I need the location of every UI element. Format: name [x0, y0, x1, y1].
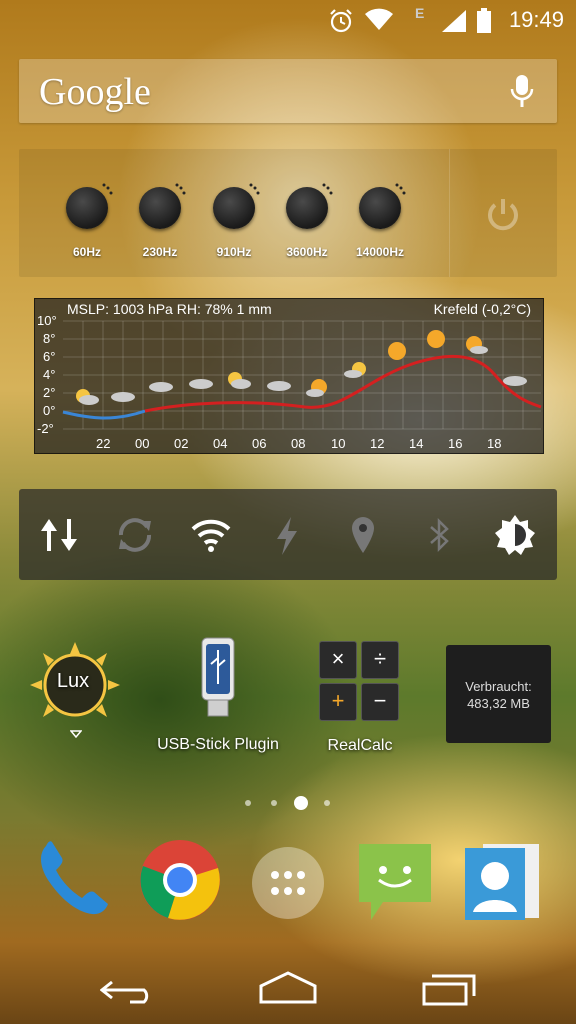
app-drawer-icon[interactable]	[250, 845, 326, 921]
y-tick: 10°	[37, 313, 57, 328]
x-tick: 00	[135, 436, 149, 451]
usb-stick-plugin-app[interactable]: USB-Stick Plugin	[150, 636, 286, 760]
eq-knob[interactable]	[139, 183, 186, 229]
x-tick: 18	[487, 436, 501, 451]
back-icon[interactable]	[100, 976, 156, 1004]
clock: 19:49	[508, 7, 564, 32]
x-tick: 14	[409, 436, 423, 451]
weather-y-axis: 10° 8° 6° 4° 2° 0° -2°	[37, 313, 57, 436]
y-tick: 8°	[43, 331, 55, 346]
y-tick: 6°	[43, 349, 55, 364]
eq-band-14000hz[interactable]: 14000Hz	[340, 180, 420, 259]
x-tick: 12	[370, 436, 384, 451]
wifi-icon	[365, 8, 393, 30]
calc-key-multiply: ×	[319, 641, 357, 679]
navigation-bar	[0, 950, 576, 1024]
app-label: USB-Stick Plugin	[157, 736, 279, 753]
lux-widget[interactable]: Lux	[30, 642, 120, 742]
power-icon[interactable]	[484, 196, 522, 234]
x-tick: 22	[96, 436, 110, 451]
eq-band-3600hz[interactable]: 3600Hz	[267, 180, 347, 259]
lux-label: Lux	[56, 670, 90, 692]
usb-stick-icon	[201, 637, 235, 717]
x-tick: 06	[252, 436, 266, 451]
dropdown-triangle-icon	[70, 730, 82, 738]
eq-band-label: 60Hz	[72, 245, 101, 259]
knob-level-dots	[322, 183, 333, 195]
recent-apps-icon[interactable]	[420, 970, 478, 1006]
weather-condition-icons	[76, 330, 527, 405]
google-logo: Google	[39, 71, 151, 113]
location-icon[interactable]	[341, 513, 385, 557]
page-indicator	[245, 796, 330, 810]
x-tick: 08	[291, 436, 305, 451]
contacts-icon[interactable]	[463, 840, 543, 924]
wifi-toggle-icon[interactable]	[189, 513, 233, 557]
app-label-realcalc[interactable]: RealCalc	[310, 737, 410, 755]
flash-icon[interactable]	[265, 513, 309, 557]
home-icon[interactable]	[258, 970, 318, 1004]
mobile-data-icon[interactable]	[37, 513, 81, 557]
data-usage-widget[interactable]: Verbraucht: 483,32 MB	[446, 645, 551, 743]
calc-key-divide: ÷	[361, 641, 399, 679]
eq-knob[interactable]	[66, 183, 113, 229]
knob-level-dots	[395, 183, 406, 195]
signal-icon	[442, 10, 466, 32]
google-search-bar[interactable]: Google	[19, 59, 557, 123]
knob-level-dots	[175, 183, 186, 195]
weather-x-axis: 22 00 02 04 06 08 10 12 14 16 18	[96, 436, 501, 451]
knob-level-dots	[102, 183, 113, 195]
eq-band-60hz[interactable]: 60Hz	[47, 180, 127, 259]
eq-band-230hz[interactable]: 230Hz	[120, 180, 200, 259]
x-tick: 16	[448, 436, 462, 451]
x-tick: 04	[213, 436, 227, 451]
y-tick: -2°	[37, 421, 54, 436]
alarm-icon	[330, 9, 352, 33]
network-type-label: E	[415, 5, 425, 21]
realcalc-icon[interactable]: × ÷ + −	[319, 641, 399, 721]
x-tick: 10	[331, 436, 345, 451]
sync-icon[interactable]	[113, 513, 157, 557]
bluetooth-icon[interactable]	[417, 513, 461, 557]
quick-toggles-widget	[19, 489, 557, 580]
eq-knob[interactable]	[286, 183, 333, 229]
chrome-icon[interactable]	[138, 838, 222, 922]
phone-icon[interactable]	[32, 836, 116, 920]
usage-value: 483,32 MB	[467, 696, 530, 711]
calc-key-plus: +	[319, 683, 357, 721]
eq-band-label: 3600Hz	[286, 245, 328, 259]
equalizer-divider	[449, 149, 450, 277]
brightness-icon[interactable]	[493, 513, 537, 557]
eq-band-label: 910Hz	[216, 245, 252, 259]
weather-widget[interactable]: MSLP: 1003 hPa RH: 78% 1 mm Krefeld (-0,…	[34, 298, 544, 454]
eq-band-910hz[interactable]: 910Hz	[194, 180, 274, 259]
battery-icon	[477, 8, 491, 33]
eq-band-label: 230Hz	[142, 245, 178, 259]
status-bar: E 19:49	[0, 0, 576, 40]
y-tick: 0°	[43, 403, 55, 418]
eq-knob[interactable]	[213, 183, 260, 229]
messaging-icon[interactable]	[355, 840, 435, 924]
y-tick: 4°	[43, 367, 55, 382]
y-tick: 2°	[43, 385, 55, 400]
x-tick: 02	[174, 436, 188, 451]
knob-level-dots	[249, 183, 260, 195]
eq-knob[interactable]	[359, 183, 406, 229]
calc-key-minus: −	[361, 683, 399, 721]
eq-band-label: 14000Hz	[355, 245, 405, 259]
usage-label: Verbraucht:	[465, 679, 532, 694]
microphone-icon[interactable]	[509, 73, 535, 111]
weather-forecast-graph: 10° 8° 6° 4° 2° 0° -2° 22 00 02 04 06 08…	[37, 313, 542, 451]
